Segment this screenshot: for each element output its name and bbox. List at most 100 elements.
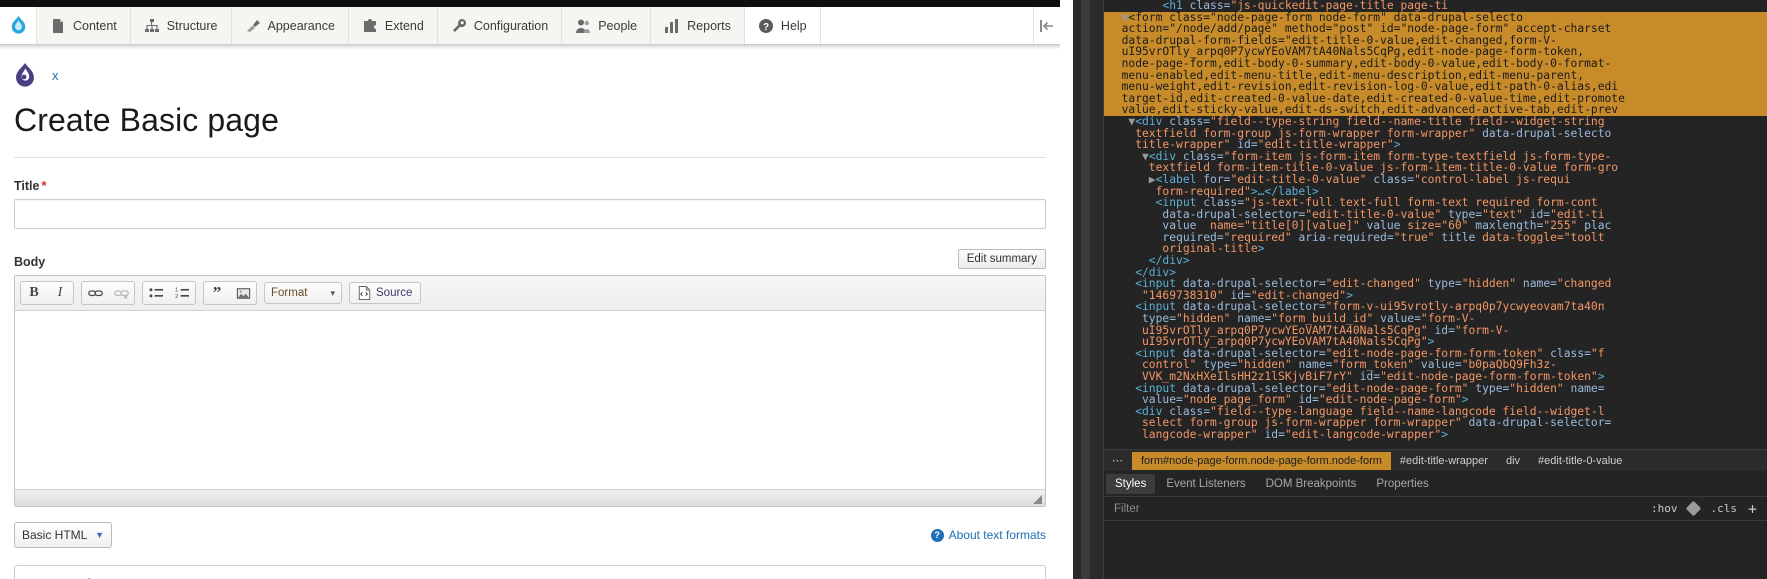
people-icon: [576, 19, 591, 33]
dom-tree-view[interactable]: <h1 class="js-quickedit-page-title page-…: [1104, 0, 1767, 449]
italic-button[interactable]: I: [47, 282, 73, 304]
screenshot-root: Content Structure Appearance Extend Conf…: [0, 0, 1767, 579]
svg-text:2: 2: [175, 294, 178, 300]
editor-resize-handle[interactable]: [1033, 495, 1042, 504]
title-input[interactable]: [14, 199, 1046, 229]
editor-content-area[interactable]: [15, 311, 1045, 489]
breadcrumb-item-title-value[interactable]: #edit-title-0-value: [1529, 452, 1631, 470]
about-text-formats-link[interactable]: ? About text formats: [930, 528, 1046, 542]
svg-text:?: ?: [763, 22, 769, 33]
drupal-droplet-icon: [11, 16, 25, 34]
edit-summary-button[interactable]: Edit summary: [957, 249, 1046, 269]
link-icon[interactable]: [82, 282, 108, 304]
toolbar-item-extend[interactable]: Extend: [348, 7, 438, 44]
required-marker: *: [41, 178, 47, 193]
hov-toggle[interactable]: :hov: [1651, 502, 1678, 515]
toolbar-item-label: People: [598, 18, 638, 33]
editor-group-links: [81, 281, 135, 305]
numbered-list-icon[interactable]: 1 2: [169, 282, 195, 304]
toolbar-item-label: Configuration: [473, 18, 549, 33]
toolbar-item-help[interactable]: ? Help: [744, 7, 821, 44]
toolbar-item-label: Appearance: [267, 18, 335, 33]
toolbar-collapse-button[interactable]: [1034, 7, 1060, 44]
format-dropdown-label: Format: [271, 287, 308, 299]
toolbar-item-configuration[interactable]: Configuration: [437, 7, 563, 44]
toolbar-item-people[interactable]: People: [562, 7, 652, 44]
breadcrumb-overflow-button[interactable]: ⋯: [1104, 454, 1132, 467]
dom-tree-line[interactable]: </div>: [1104, 255, 1767, 267]
toolbar-item-structure[interactable]: Structure: [130, 7, 232, 44]
toolbar-item-label: Extend: [384, 18, 424, 33]
title-field-label: Title *: [14, 178, 1046, 193]
body-field-header: Body Edit summary: [14, 249, 1046, 269]
new-style-rule-button[interactable]: +: [1748, 500, 1757, 518]
tab-event-listeners[interactable]: Event Listeners: [1157, 474, 1254, 494]
tab-dom-breakpoints[interactable]: DOM Breakpoints: [1257, 474, 1366, 494]
source-button[interactable]: Source: [349, 282, 422, 304]
about-text-formats-label: About text formats: [948, 528, 1046, 542]
chevron-down-icon: ▾: [330, 287, 335, 298]
toolbar-item-appearance[interactable]: Appearance: [231, 7, 349, 44]
toolbar-item-label: Reports: [687, 18, 731, 33]
sitemap-icon: [144, 18, 159, 32]
body-field-label: Body: [14, 255, 46, 269]
format-dropdown[interactable]: Format ▾: [264, 282, 342, 304]
source-button-label: Source: [376, 287, 413, 299]
tab-properties[interactable]: Properties: [1367, 474, 1437, 494]
styles-filter-input[interactable]: Filter: [1104, 503, 1651, 515]
breadcrumb-item-form[interactable]: form#node-page-form.node-page-form.node-…: [1132, 451, 1391, 470]
tab-styles[interactable]: Styles: [1106, 473, 1156, 494]
toolbar-item-label: Content: [73, 18, 117, 33]
blockquote-icon[interactable]: ”: [204, 282, 230, 304]
dom-tree-line[interactable]: langcode-wrapper" id="edit-langcode-wrap…: [1104, 429, 1767, 441]
toolbar-item-reports[interactable]: Reports: [651, 7, 745, 44]
devtools-main: <h1 class="js-quickedit-page-title page-…: [1104, 0, 1767, 579]
editor-group-basic-styles: B I: [20, 281, 74, 305]
toolbar-home-button[interactable]: [0, 7, 37, 44]
image-glyph: [236, 287, 250, 299]
editor-group-insert: ”: [203, 281, 257, 305]
source-code-icon: [358, 286, 371, 300]
puzzle-icon: [363, 18, 376, 32]
cls-toggle[interactable]: .cls: [1710, 502, 1737, 515]
paintbrush-icon: [246, 19, 260, 32]
image-icon[interactable]: [230, 282, 256, 304]
toolbar-item-content[interactable]: Content: [37, 7, 131, 44]
devtools-panel: <h1 class="js-quickedit-page-title page-…: [1073, 0, 1767, 579]
browser-chrome-strip: [0, 0, 1060, 7]
unlink-icon[interactable]: [108, 282, 134, 304]
devtools-gutter: [1073, 0, 1104, 579]
toolbar-empty-space: [820, 7, 1034, 44]
page-scrollbar[interactable]: [1081, 0, 1090, 579]
text-format-select[interactable]: Basic HTMLRestricted HTMLFull HTML: [14, 522, 112, 548]
chain-link-icon: [87, 289, 103, 296]
broken-chain-icon: [113, 289, 129, 299]
file-icon: [53, 18, 63, 33]
page-header-row: x: [14, 63, 1046, 88]
breadcrumb-link[interactable]: x: [52, 68, 59, 83]
drupal-droplet-logo: [16, 63, 34, 87]
dom-tree-line[interactable]: original-title>: [1104, 243, 1767, 255]
menu-settings-section[interactable]: Menu settings: [14, 565, 1046, 579]
page-content: x Create Basic page Title * Body Edit sum…: [0, 63, 1060, 579]
editor-toolbar: B I 1 2 ” Format ▾ Source: [15, 276, 1045, 311]
devtools-sidebar-tabs: Styles Event Listeners DOM Breakpoints P…: [1104, 471, 1767, 497]
toolbar-shadow: [0, 45, 1060, 49]
title-label-text: Title: [14, 179, 40, 193]
title-divider: [14, 157, 1046, 158]
color-picker-icon[interactable]: [1686, 500, 1702, 517]
body-editor: B I 1 2 ” Format ▾ Source: [14, 275, 1046, 507]
toolbar-item-label: Help: [780, 18, 807, 33]
collapse-left-icon: [1040, 19, 1053, 32]
breadcrumb-item-div[interactable]: div: [1497, 452, 1529, 470]
bulleted-list-icon[interactable]: [143, 282, 169, 304]
styles-filter-bar: Filter :hov .cls +: [1104, 497, 1767, 521]
drupal-admin-toolbar: Content Structure Appearance Extend Conf…: [0, 7, 1060, 45]
text-format-select-wrapper: Basic HTMLRestricted HTMLFull HTML ▼: [14, 522, 112, 548]
dom-breadcrumb-bar: ⋯ form#node-page-form.node-page-form.nod…: [1104, 449, 1767, 471]
drupal-page: Content Structure Appearance Extend Conf…: [0, 0, 1060, 579]
editor-group-lists: 1 2: [142, 281, 196, 305]
page-title: Create Basic page: [14, 102, 279, 138]
breadcrumb-item-title-wrapper[interactable]: #edit-title-wrapper: [1391, 452, 1497, 470]
bold-button[interactable]: B: [21, 282, 47, 304]
